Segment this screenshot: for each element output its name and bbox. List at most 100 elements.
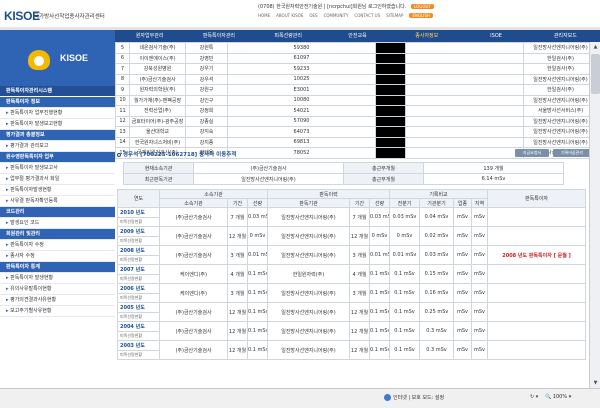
history-row[interactable]: 2010 년도(주)금산기술검사7 개월0.03 mSv일진방사선엔지니어링(주… — [117, 207, 587, 227]
history-row[interactable]: 2009 년도 (주)금산기술검사 12 개월 0 mSv 일진방사선엔지니어링(주) 1… — [117, 226, 587, 246]
record-button[interactable]: 기록바꿈관리 — [553, 149, 591, 157]
table-row[interactable]: 11 전력산업(주) 강정희 54021 서울방사선서비스(주) — [115, 105, 597, 117]
header-link[interactable]: CONTACT US — [354, 13, 380, 18]
special-cell[interactable]: 2008 년도 판독특이자 [ 문월 ] — [487, 245, 587, 265]
nav-item[interactable]: 종사자정보 — [392, 30, 461, 42]
history-row[interactable]: 2007 년도 케이엔디(주) 4 개월 0.1 mSv 한일원자력(주) 4 개월 0.1… — [117, 264, 587, 284]
header-link[interactable]: ABOUT KISOE — [276, 13, 303, 18]
refresh-tool[interactable]: ↻ ▾ — [530, 394, 538, 400]
row-number[interactable]: 10 — [115, 94, 130, 106]
table-row[interactable]: 5 네온검사기술(주) 강원특 59380 일진방사선엔지니어링(주) — [115, 42, 597, 54]
sidebar-item[interactable]: 사유결 판독자확인등록 — [0, 196, 115, 207]
table-row[interactable]: 9 원자력의학원(주) 강원구 E3001 한일검사(주) — [115, 84, 597, 96]
table-row[interactable]: 13 울산대학교 강지숙 64073 일진방사선엔지니어링(주) — [115, 126, 597, 138]
year-sub-cell[interactable]: 피폭선량현황 — [117, 254, 160, 265]
year-sub-cell[interactable]: 피폭선량현황 — [117, 330, 160, 341]
sidebar-section[interactable]: 코드관리 — [0, 207, 115, 218]
dose2-cell: 0.1 mSv — [369, 264, 390, 284]
sidebar-item[interactable]: 종사자 수정 — [0, 251, 115, 262]
header-link[interactable]: COMMUNITY — [324, 13, 349, 18]
table-row[interactable]: 14 한국원자녀스처비(주) 강지종 69813 일진방사선엔지니어링(주) — [115, 136, 597, 148]
table-row[interactable]: 7 강북성원병원 강우기 59233 한일검사(주) — [115, 63, 597, 75]
special-cell[interactable] — [487, 340, 587, 360]
nav-item[interactable]: 안전교육 — [323, 30, 392, 42]
year-cell[interactable]: 2004 년도 — [117, 321, 160, 332]
year-sub-cell[interactable]: 피폭선량현황 — [117, 273, 160, 284]
scroll-thumb[interactable] — [591, 54, 600, 94]
row-number[interactable]: 13 — [115, 126, 130, 138]
year-cell[interactable]: 2005 년도 — [117, 302, 160, 313]
sidebar-section[interactable]: 판독특이자 정보 — [0, 97, 115, 108]
special-cell[interactable] — [487, 283, 587, 303]
year-sub-cell[interactable]: 피폭선량현황 — [117, 235, 160, 246]
sidebar-item[interactable]: 판독특이자 발생보고서 — [0, 163, 115, 174]
history-row[interactable]: 2003 년도 (주)금산기술검사 12 개월 0.1 mSv 일진방사선엔지니어링(주… — [117, 340, 587, 360]
sidebar-item[interactable]: 업무절 평가결과서 화일 — [0, 174, 115, 185]
table-row[interactable]: 8 (주)금산기술검사 강우석 10025 일진방사선엔지니어링(주) — [115, 73, 597, 85]
nav-item[interactable]: 관리자모드 — [531, 30, 600, 42]
scroll-up-icon[interactable]: ▲ — [590, 42, 600, 52]
history-row[interactable]: 2004 년도 (주)금산기술검사 12 개월 0.1 mSv 일진방사선엔지니어링(주… — [117, 321, 587, 341]
year-sub-cell[interactable]: 피폭선량현황 — [117, 292, 160, 303]
year-sub-cell[interactable]: 피폭선량현황 — [117, 311, 160, 322]
year-cell[interactable]: 2009 년도 — [117, 226, 160, 237]
sidebar-section[interactable]: 원수영판독특이자 업무 — [0, 152, 115, 163]
header-link[interactable]: SITEMAP — [386, 13, 403, 18]
nav-item[interactable]: 판독특이자관리 — [184, 30, 253, 42]
year-cell[interactable]: 2010 년도 — [117, 207, 160, 218]
period2-cell: 12 개월 — [349, 302, 370, 322]
sidebar-section[interactable]: 평가결과 총괄정보 — [0, 130, 115, 141]
sidebar-item[interactable]: 평가의견결과사유현황 — [0, 295, 115, 306]
sidebar-item[interactable]: 유의사유발특이현황 — [0, 284, 115, 295]
row-number[interactable]: 9 — [115, 84, 130, 96]
special-cell[interactable] — [487, 264, 587, 284]
history-row[interactable]: 2008 년도(주)금산기술검사3 개월0.01 mSv일진방사선엔지니어링(주… — [117, 245, 587, 265]
sidebar-section[interactable]: 회원관리 및관리 — [0, 229, 115, 240]
sidebar-item[interactable]: 판독특이자발생현황 — [0, 185, 115, 196]
scroll-down-icon[interactable]: ▼ — [590, 378, 600, 388]
special-cell[interactable] — [487, 207, 587, 227]
table-row[interactable]: 12 금호타이어(주)-광주공장 강종실 57090 일진방사선엔지니어링(주) — [115, 115, 597, 127]
sidebar-item[interactable]: 평가결과 관리보고 — [0, 141, 115, 152]
sidebar-item[interactable]: 판독특이자 발생현황 — [0, 273, 115, 284]
sidebar-item[interactable]: 보고주기별사유현황 — [0, 306, 115, 317]
history-row[interactable]: 2006 년도 케이엔디(주) 3 개월 0.1 mSv 일진방사선엔지니어링(주) 3 … — [117, 283, 587, 303]
year-sub-cell[interactable]: 피폭선량현황 — [117, 216, 160, 227]
year-cell[interactable]: 2003 년도 — [117, 340, 160, 351]
work-cell: mSv — [453, 245, 472, 265]
row-number[interactable]: 5 — [115, 42, 130, 54]
header-link[interactable]: HOME — [258, 13, 270, 18]
row-number[interactable]: 6 — [115, 52, 130, 64]
nav-item[interactable]: ISOE — [461, 30, 530, 42]
special-cell[interactable] — [487, 302, 587, 322]
sidebar-item[interactable]: 판독특이자 발생보고현황 — [0, 119, 115, 130]
zoom-control[interactable]: 🔍 100% ▾ — [545, 394, 571, 400]
row-number[interactable]: 8 — [115, 73, 130, 85]
row-number[interactable]: 14 — [115, 136, 130, 148]
row-number[interactable]: 11 — [115, 105, 130, 117]
year-cell[interactable]: 2007 년도 — [117, 264, 160, 275]
sidebar-section[interactable]: 판독특이자 통계 — [0, 262, 115, 273]
header-link[interactable]: OES — [309, 13, 317, 18]
sidebar-item[interactable]: 판독특이자 수정 — [0, 240, 115, 251]
vertical-scrollbar[interactable]: ▲ ▼ — [589, 42, 600, 388]
table-row[interactable]: 6 이이엔에이스(주) 강영민 61097 한일검사(주) — [115, 52, 597, 64]
table-row[interactable]: 10 월가가재(주)-맨팩공장 강인구 10080 일진방사선엔지니어링(주) — [115, 94, 597, 106]
nav-item[interactable]: 피폭선량관리 — [254, 30, 323, 42]
header-link[interactable]: ENGLISH — [409, 13, 434, 18]
row-number[interactable]: 12 — [115, 115, 130, 127]
request-button[interactable]: 지급요청서 — [515, 149, 549, 157]
history-row[interactable]: 2005 년도 (주)금산기술검사 12 개월 0.1 mSv 일진방사선엔지니어링(주… — [117, 302, 587, 322]
nav-item[interactable]: 원자업무관리 — [115, 30, 184, 42]
row-company: 강북성원병원 — [129, 63, 186, 75]
dose2-cell: 0.1 mSv — [369, 283, 390, 303]
special-cell[interactable] — [487, 226, 587, 246]
sidebar-item[interactable]: 판독특이자 업무진행현황 — [0, 108, 115, 119]
logout-button[interactable]: LOGOUT — [410, 4, 434, 9]
year-cell[interactable]: 2008 년도 — [117, 245, 160, 256]
year-sub-cell[interactable]: 피폭선량현황 — [117, 349, 160, 360]
year-cell[interactable]: 2006 년도 — [117, 283, 160, 294]
row-number[interactable]: 7 — [115, 63, 130, 75]
sidebar-item[interactable]: 발생요인 코드 — [0, 218, 115, 229]
special-cell[interactable] — [487, 321, 587, 341]
